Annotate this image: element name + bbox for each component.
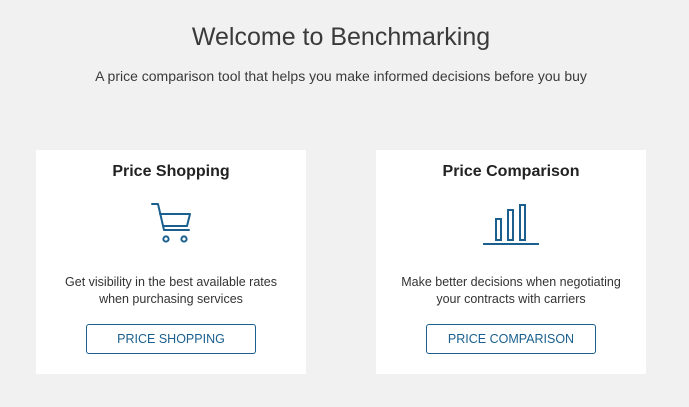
card-description-line: your contracts with carriers [436, 292, 586, 306]
price-comparison-button[interactable]: PRICE COMPARISON [426, 324, 596, 354]
card-description-line: Make better decisions when negotiating [401, 275, 621, 289]
shopping-cart-icon [139, 200, 203, 248]
price-shopping-button[interactable]: PRICE SHOPPING [86, 324, 256, 354]
card-description-line: Get visibility in the best available rat… [65, 275, 277, 289]
card-description-line: when purchasing services [99, 292, 243, 306]
page-title: Welcome to Benchmarking [191, 23, 491, 51]
card-title: Price Shopping [112, 163, 230, 180]
price-comparison-card: Price Comparison Make better decisions w… [376, 150, 646, 374]
card-description: Get visibility in the best available rat… [46, 274, 296, 308]
bar-chart-icon [479, 200, 543, 248]
card-title: Price Comparison [442, 163, 580, 180]
page-subtitle: A price comparison tool that helps you m… [95, 68, 587, 84]
card-description: Make better decisions when negotiating y… [386, 274, 636, 308]
price-shopping-card: Price Shopping Get visibility in the bes… [36, 150, 306, 374]
